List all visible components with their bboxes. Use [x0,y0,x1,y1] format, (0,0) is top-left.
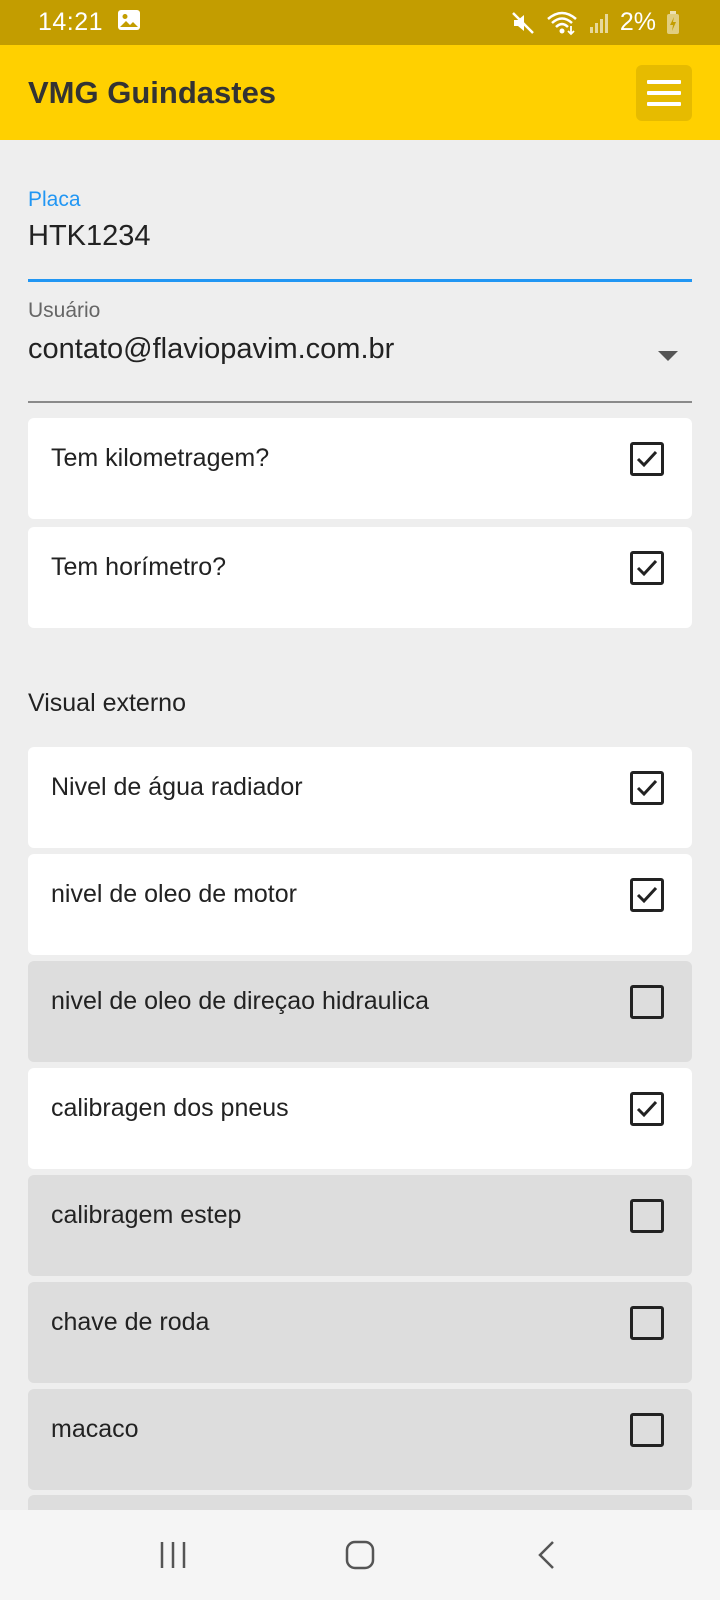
toggles-item-label: Tem horímetro? [51,553,227,581]
recents-button[interactable] [143,1525,203,1585]
items-item-label: chave de roda [51,1308,210,1336]
items-item[interactable]: macaco [28,1389,692,1490]
items-item-label: nivel de oleo de motor [51,880,297,908]
items-item[interactable]: nivel de oleo de motor [28,854,692,955]
checkbox-checked-icon[interactable] [630,770,664,805]
battery-percent: 2% [619,8,656,36]
back-button[interactable] [517,1525,577,1585]
usuario-dropdown[interactable]: Usuário contato@flaviopavim.com.br [28,282,692,403]
items-item[interactable]: nivel de oleo de direçao hidraulica [28,961,692,1062]
toggles-item[interactable]: Tem horímetro? [28,527,692,628]
checkbox-unchecked-icon[interactable] [630,1305,664,1340]
image-icon [117,9,141,36]
items-item-label: Nivel de água radiador [51,773,303,801]
checkbox-checked-icon[interactable] [630,877,664,912]
placa-field[interactable]: Placa HTK1234 [28,140,692,282]
items-item-label: nivel de oleo de direçao hidraulica [51,987,430,1015]
back-icon [537,1541,554,1569]
status-bar: 14:21 2% [0,0,720,45]
navigation-bar [0,1510,720,1600]
items-item-label: macaco [51,1415,139,1443]
items-item-label: calibragen dos pneus [51,1094,289,1122]
checkbox-unchecked-icon[interactable] [630,984,664,1019]
usuario-value: contato@flaviopavim.com.br [28,333,395,365]
toggles-item-label: Tem kilometragem? [51,444,270,472]
battery-charging-icon [666,10,680,35]
app-title: VMG Guindastes [28,74,277,110]
menu-button[interactable] [636,64,692,121]
app-bar: VMG Guindastes [0,45,720,140]
items-item[interactable]: chave de roda [28,1282,692,1383]
status-time: 14:21 [38,8,104,36]
dropdown-arrow-icon [658,351,678,361]
checkbox-unchecked-icon[interactable] [630,1198,664,1233]
hamburger-icon [647,79,681,84]
checkbox-unchecked-icon[interactable] [630,1412,664,1447]
section-title: Visual externo [28,689,186,717]
checkbox-checked-icon[interactable] [630,441,664,476]
items-item-label: calibragem estep [51,1201,242,1229]
toggles-item[interactable]: Tem kilometragem? [28,418,692,519]
items-item[interactable]: calibragem estep [28,1175,692,1276]
checkbox-checked-icon[interactable] [630,1091,664,1126]
form-content: Placa HTK1234 Usuário contato@flaviopavi… [28,140,692,1555]
checkbox-checked-icon[interactable] [630,550,664,585]
items-item[interactable]: Nivel de água radiador [28,747,692,848]
items-item[interactable]: calibragen dos pneus [28,1068,692,1169]
recents-icon [161,1542,186,1568]
signal-icon [588,12,610,34]
wifi-icon [546,10,578,36]
mute-icon [510,10,536,36]
placa-input[interactable]: HTK1234 [28,220,151,253]
home-button[interactable] [330,1525,390,1585]
usuario-label: Usuário [28,299,101,322]
home-icon [345,1540,375,1570]
placa-label: Placa [28,188,81,211]
